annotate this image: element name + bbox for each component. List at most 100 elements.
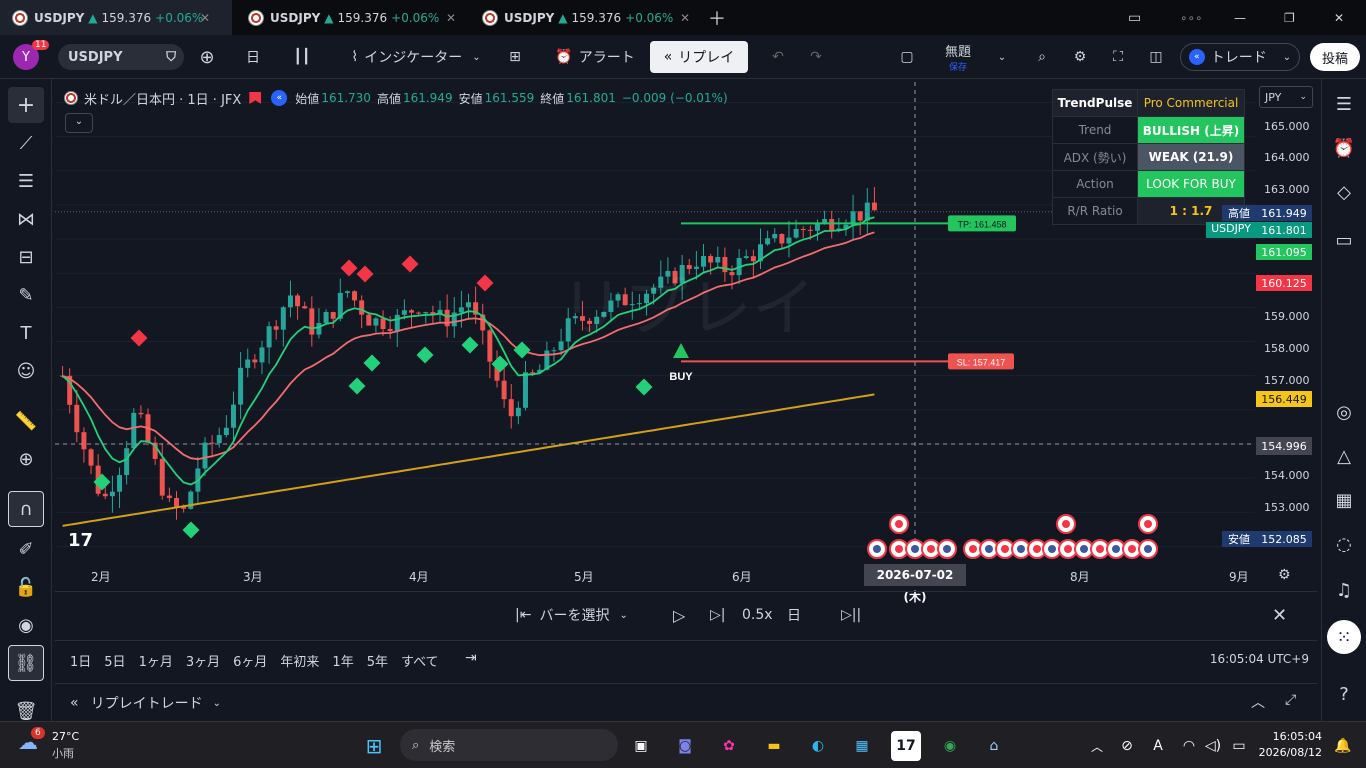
symbol-search-button[interactable]: USDJPY ⛉ [58,44,184,70]
calendar-icon[interactable]: ▦ [1327,483,1361,517]
signals-icon[interactable]: △ [1327,439,1361,473]
timezone-clock[interactable]: 16:05:04 UTC+9 [1210,652,1309,666]
crosshair-icon[interactable]: + [8,87,44,123]
publish-button[interactable]: 投稿 [1310,43,1360,71]
legend-collapse-chevron-icon[interactable]: ⌄ [65,113,93,133]
maximize-icon[interactable]: ❐ [1284,0,1302,35]
copilot-icon[interactable]: ✿ [714,731,744,761]
layouts-icon[interactable]: ⊞ [504,35,526,79]
edge-icon[interactable]: ◐ [803,731,833,761]
date-range-icon[interactable]: ⇥ [465,650,477,666]
tray-network-icon[interactable]: ⊘ [1112,731,1142,761]
interval-button[interactable]: 日 [238,35,268,79]
taskbar-date[interactable]: 2026/08/12 [1254,746,1322,759]
task-view-icon[interactable]: ▣ [626,731,656,761]
trendline-icon[interactable]: ⟋ [8,125,44,161]
range-button[interactable]: 6ヶ月 [233,651,267,670]
jump-to-realtime-icon[interactable]: ▷|| [841,607,861,623]
battery-icon[interactable]: ▭ [1224,731,1254,761]
zoom-icon[interactable]: ⊕ [8,441,44,477]
target-icon[interactable]: ◎ [1327,395,1361,429]
tab-usdjpy-1[interactable]: USDJPY ▲ 159.376 +0.06% ✕ [0,0,232,35]
fib-lines-icon[interactable]: ☰ [8,163,44,199]
close-replay-icon[interactable]: ✕ [1272,605,1287,626]
range-button[interactable]: 3ヶ月 [186,651,220,670]
minimize-icon[interactable]: — [1234,0,1252,35]
tradingview-icon[interactable]: 17 [891,731,921,761]
projection-icon[interactable]: ⊟ [8,239,44,275]
select-bar-button[interactable]: |⇤ バーを選択 ⌄ [515,605,628,625]
range-button[interactable]: 年初来 [280,651,319,670]
redo-icon[interactable]: ↷ [806,35,826,79]
tab-usdjpy-3[interactable]: USDJPY ▲ 159.376 +0.06% ✕ [470,0,700,35]
magnet-icon[interactable]: ∩ [8,491,44,527]
pattern-icon[interactable]: ⋈ [8,201,44,237]
ime-icon[interactable]: A [1143,731,1173,761]
alerts-clock-icon[interactable]: ⏰ [1327,131,1361,165]
ruler-icon[interactable]: 📏 [8,403,44,439]
emoji-icon[interactable]: ☺ [8,353,44,389]
range-button[interactable]: 1年 [332,651,353,670]
notification-icon[interactable]: 🔔 [1328,731,1358,761]
taskbar-search[interactable]: ⌕ 検索 [400,729,618,761]
new-tab-icon[interactable]: ＋ [708,0,730,35]
range-button[interactable]: 1日 [70,651,91,670]
windows-start-icon[interactable]: ⊞ [359,731,389,761]
trade-button[interactable]: « トレード ⌄ [1180,43,1300,71]
compare-add-icon[interactable]: ⊕ [196,35,218,79]
screen-icon[interactable]: ▭ [1128,0,1154,35]
quick-search-icon[interactable]: ⌕ [1030,35,1054,79]
taskbar-time[interactable]: 16:05:04 [1262,730,1322,743]
fullscreen-icon[interactable]: ⛶ [1106,35,1130,79]
range-button[interactable]: 5年 [367,651,388,670]
app-icon[interactable]: ⌂ [979,731,1009,761]
replay-circle-icon[interactable]: « [271,90,288,106]
camera-icon[interactable]: ◫ [1144,35,1168,79]
file-explorer-icon[interactable]: ▬ [759,731,789,761]
layout-name-button[interactable]: 無題 保存 [938,35,978,79]
replay-trading-tab[interactable]: « リプレイトレード ⌄ [70,693,221,713]
tray-chevron-icon[interactable]: ︿ [1082,731,1112,761]
avatar[interactable]: Y 11 [12,35,50,79]
speed-button[interactable]: 0.5x [742,607,773,623]
play-icon[interactable]: ▷ [673,606,685,625]
currency-selector[interactable]: JPY ⌄ [1259,86,1313,108]
collapse-panel-icon[interactable]: ︿ [1251,692,1265,712]
maximize-panel-icon[interactable]: ⤢ [1285,692,1296,708]
alert-button[interactable]: ⏰ アラート [550,35,640,79]
layout-chevron-icon[interactable]: ⌄ [994,35,1010,79]
candle-type-icon[interactable]: ┃┃ [290,35,314,79]
more-icon[interactable]: ∘∘∘ [1180,0,1206,35]
teams-icon[interactable]: ◙ [670,731,700,761]
text-icon[interactable]: T [8,315,44,351]
replay-interval-button[interactable]: 日 [787,605,801,625]
lock-icon[interactable]: 🔓 [8,569,44,605]
undo-icon[interactable]: ↶ [768,35,788,79]
tab-close-icon[interactable]: ✕ [200,11,210,25]
indicators-button[interactable]: ⌇ インジケーター ⌄ [336,35,496,79]
settings-gear-icon[interactable]: ⚙ [1068,35,1092,79]
step-forward-icon[interactable]: ▷| [710,607,725,623]
window-close-icon[interactable]: ✕ [1334,0,1352,35]
tab-usdjpy-2[interactable]: USDJPY ▲ 159.376 +0.06% ✕ [236,0,466,35]
layers-icon[interactable]: ◇ [1327,175,1361,209]
bookmark-flag-icon[interactable] [249,92,262,104]
range-button[interactable]: 5日 [104,651,125,670]
apps-grid-icon[interactable]: ⁙ [1327,620,1361,654]
fullscreen-box-icon[interactable]: ▢ [896,35,918,79]
lock-drawing-icon[interactable]: ✐ [8,531,44,567]
notification-bell-icon[interactable]: ♫ [1327,573,1361,607]
replay-button[interactable]: « リプレイ [650,41,748,73]
range-button[interactable]: すべて [401,651,439,670]
tab-close-icon[interactable]: ✕ [680,11,690,25]
brush-icon[interactable]: ✎ [8,277,44,313]
help-icon[interactable]: ? [1327,677,1361,711]
range-button[interactable]: 1ヶ月 [139,651,173,670]
eye-icon[interactable]: ◉ [8,607,44,643]
stream-icon[interactable]: ◌ [1327,527,1361,561]
axis-settings-icon[interactable]: ⚙ [1278,567,1291,583]
chrome-icon[interactable]: ◉ [935,731,965,761]
chat-icon[interactable]: ▭ [1327,223,1361,257]
store-icon[interactable]: ▦ [847,731,877,761]
link-icon[interactable]: ⛓ [8,645,44,681]
